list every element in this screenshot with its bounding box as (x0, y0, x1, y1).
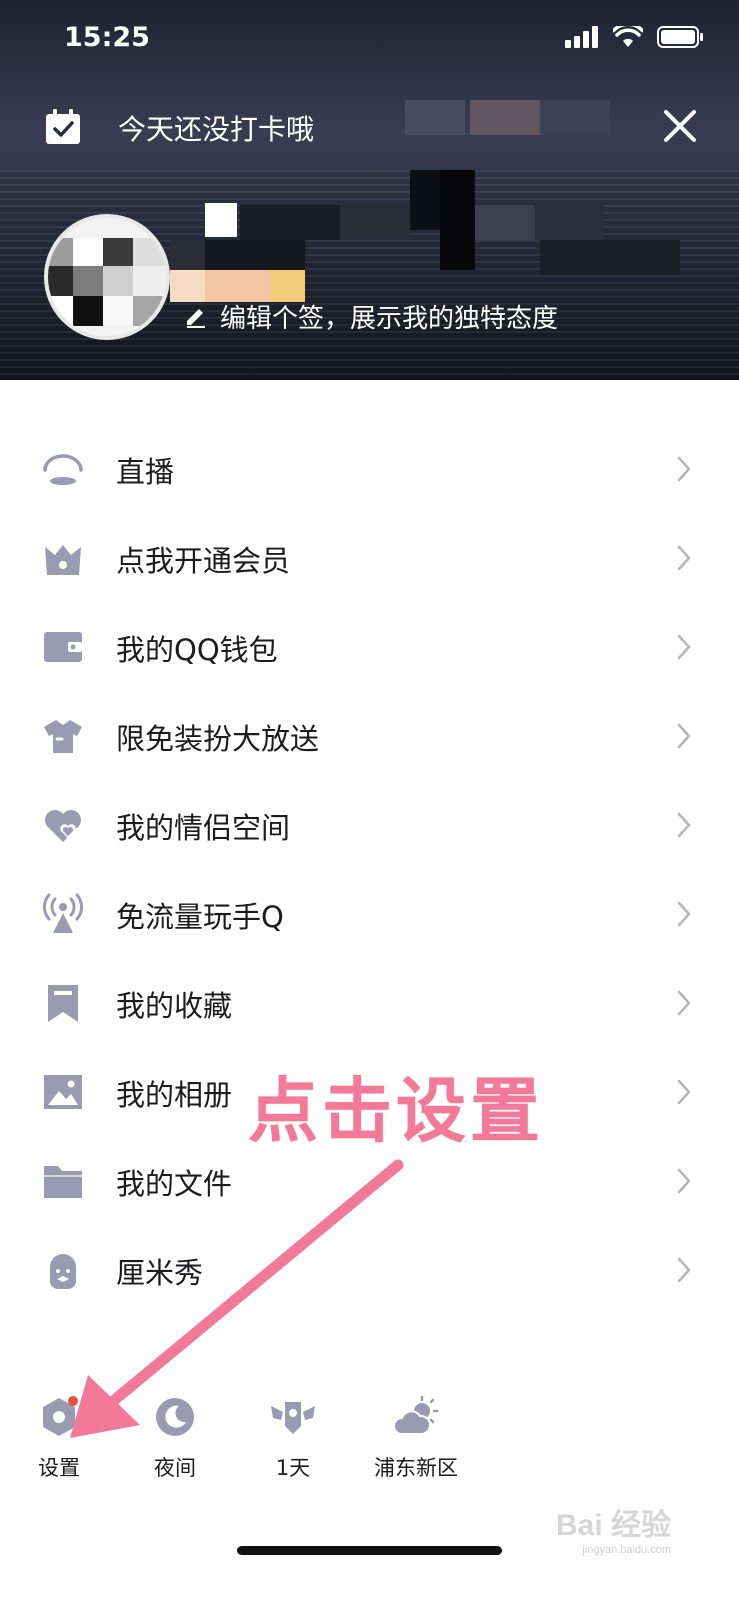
night-label: 夜间 (154, 1456, 196, 1480)
cmshow-icon (50, 1254, 76, 1289)
menu-item-label: 我的QQ钱包 (116, 633, 278, 667)
avatar[interactable] (44, 214, 170, 340)
antenna-icon (42, 893, 84, 933)
avatar-image (48, 218, 166, 336)
winged-badge-icon (271, 1402, 315, 1434)
checkin-text[interactable]: 今天还没打卡哦 (118, 108, 314, 148)
pencil-icon (187, 308, 205, 328)
wallet-icon (44, 632, 82, 662)
streak-button[interactable]: 1天 (238, 1390, 348, 1490)
menu-item-label: 我的文件 (116, 1167, 233, 1201)
menu-item-label: 厘米秀 (116, 1256, 204, 1290)
menu-item-label: 我的相册 (116, 1078, 233, 1112)
battery-icon (657, 26, 703, 48)
live-icon (43, 454, 83, 485)
chevron-right-icon (677, 812, 691, 838)
bottom-bar: 设置 夜间 1天 浦东新区 (0, 1390, 739, 1490)
drawer-menu: 直播 点我开通会员 我的QQ钱包 限免装扮大放送 我的情侣空间 免流量玩手Q 我… (0, 425, 739, 1315)
bookmark-icon (48, 985, 78, 1022)
close-icon[interactable] (662, 108, 698, 144)
watermark: Bai 经验 jingyan.baidu.com (556, 1500, 671, 1556)
menu-item-couple[interactable]: 我的情侣空间 (0, 781, 739, 870)
menu-item-favorites[interactable]: 我的收藏 (0, 959, 739, 1048)
menu-item-label: 我的情侣空间 (116, 811, 291, 845)
wifi-icon (613, 26, 643, 47)
calendar-check-icon[interactable] (44, 108, 82, 146)
chevron-right-icon (677, 990, 691, 1016)
tshirt-icon (44, 720, 82, 753)
menu-item-label: 我的收藏 (116, 989, 233, 1023)
heart-icon (45, 810, 81, 842)
annotation-text: 点击设置 (248, 1070, 544, 1152)
weather-label: 浦东新区 (374, 1456, 458, 1480)
photo-icon (44, 1075, 82, 1109)
menu-item-theme[interactable]: 限免装扮大放送 (0, 692, 739, 781)
vip-crown-icon (45, 545, 81, 575)
days-label: 1天 (275, 1456, 311, 1480)
night-mode-button[interactable]: 夜间 (120, 1390, 230, 1490)
status-time: 15:25 (64, 22, 150, 53)
moon-icon (156, 1398, 194, 1436)
home-indicator[interactable] (237, 1546, 502, 1555)
menu-item-free-data[interactable]: 免流量玩手Q (0, 870, 739, 959)
chevron-right-icon (677, 456, 691, 482)
menu-item-label: 免流量玩手Q (116, 900, 284, 934)
signature-text: 编辑个签，展示我的独特态度 (220, 304, 559, 334)
watermark-brand: Bai 经验 (556, 1509, 672, 1542)
chevron-right-icon (677, 1079, 691, 1105)
menu-item-cmshow[interactable]: 厘米秀 (0, 1226, 739, 1315)
cellular-signal-icon (565, 26, 598, 48)
gear-icon (43, 1396, 78, 1436)
weather-button[interactable]: 浦东新区 (356, 1390, 476, 1490)
watermark-url: jingyan.baidu.com (582, 1544, 672, 1556)
chevron-right-icon (677, 634, 691, 660)
chevron-right-icon (677, 1168, 691, 1194)
signature-edit[interactable]: 编辑个签，展示我的独特态度 (184, 298, 558, 335)
chevron-right-icon (677, 1257, 691, 1283)
weather-cloud-sun-icon (393, 1396, 439, 1435)
status-icons (565, 26, 703, 48)
settings-button[interactable]: 设置 (4, 1390, 114, 1490)
menu-item-vip[interactable]: 点我开通会员 (0, 514, 739, 603)
menu-item-label: 点我开通会员 (116, 544, 291, 578)
notification-dot (68, 1396, 78, 1406)
folder-icon (44, 1166, 82, 1198)
menu-item-label: 直播 (116, 455, 175, 489)
chevron-right-icon (677, 723, 691, 749)
menu-item-label: 限免装扮大放送 (116, 722, 320, 756)
profile-header: 15:25 今天还没打卡哦 编辑个签，展示我的独特态度 (0, 0, 739, 380)
menu-item-wallet[interactable]: 我的QQ钱包 (0, 603, 739, 692)
chevron-right-icon (677, 901, 691, 927)
chevron-right-icon (677, 545, 691, 571)
menu-item-live[interactable]: 直播 (0, 425, 739, 514)
settings-label: 设置 (38, 1456, 80, 1480)
